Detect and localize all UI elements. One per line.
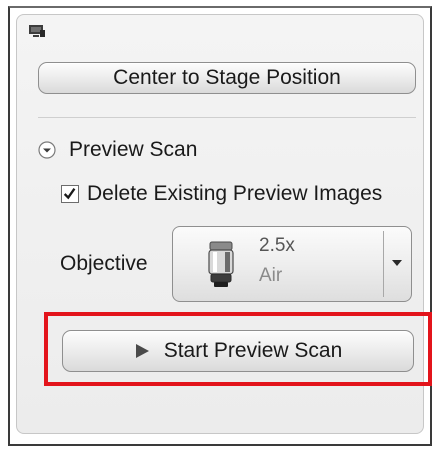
start-preview-scan-button[interactable]: Start Preview Scan xyxy=(62,330,414,372)
delete-existing-preview-images-option[interactable]: Delete Existing Preview Images xyxy=(61,180,382,208)
preview-scan-section-header[interactable]: Preview Scan xyxy=(38,136,197,164)
objective-lens-icon xyxy=(208,241,234,287)
delete-existing-preview-images-checkbox[interactable] xyxy=(61,185,79,203)
center-to-stage-position-label: Center to Stage Position xyxy=(113,66,341,89)
delete-existing-preview-images-label: Delete Existing Preview Images xyxy=(87,182,383,205)
center-to-stage-position-button[interactable]: Center to Stage Position xyxy=(38,62,416,94)
caret-down-icon[interactable] xyxy=(391,258,403,268)
objective-magnification: 2.5x xyxy=(259,235,295,256)
preview-scan-title: Preview Scan xyxy=(69,138,198,161)
section-divider xyxy=(38,117,416,118)
objective-label: Objective xyxy=(60,252,148,275)
play-icon xyxy=(135,344,149,358)
dropdown-separator xyxy=(383,231,384,297)
start-preview-scan-label: Start Preview Scan xyxy=(163,339,343,362)
chevron-down-circle-icon[interactable] xyxy=(38,141,56,159)
objective-dropdown[interactable]: 2.5x Air xyxy=(172,226,412,302)
monitor-icon xyxy=(29,25,45,37)
objective-medium: Air xyxy=(259,265,283,286)
checkmark-icon xyxy=(63,188,76,200)
